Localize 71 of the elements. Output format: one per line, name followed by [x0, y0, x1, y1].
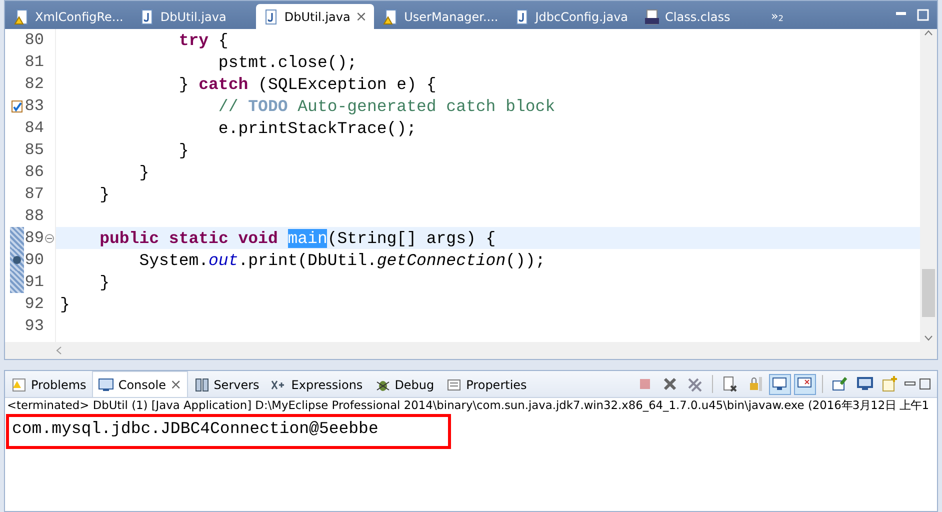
monitor-icon: [857, 376, 873, 392]
line-number: 90: [24, 251, 44, 269]
code-line: // TODO Auto-generated catch block: [217, 96, 556, 117]
line-number: 80: [24, 31, 44, 49]
close-icon[interactable]: ×: [355, 8, 368, 24]
code-line: }: [98, 272, 111, 293]
java-file-icon: [139, 8, 156, 24]
scroll-left-icon[interactable]: [55, 346, 64, 355]
remove-icon: [662, 376, 678, 392]
new-console-icon: [882, 376, 898, 392]
scrollbar-thumb[interactable]: [922, 269, 935, 317]
scroll-up-icon[interactable]: [924, 29, 933, 38]
vertical-scrollbar[interactable]: [920, 29, 937, 342]
scroll-lock-icon: [747, 376, 763, 392]
problems-icon: [11, 376, 27, 392]
remove-all-icon: [687, 376, 703, 392]
line-number: 85: [24, 141, 44, 159]
editor-tab[interactable]: DbUtil.java: [132, 4, 254, 29]
line-number: 89: [24, 229, 44, 247]
servers-icon: [194, 376, 210, 392]
view-tab[interactable]: Console ×: [92, 371, 188, 397]
line-number: 87: [24, 185, 44, 203]
editor-tab[interactable]: DbUtil.java ×: [256, 4, 374, 29]
view-tab[interactable]: Problems: [5, 371, 92, 397]
java-file-icon: [263, 8, 280, 24]
toolbar-button[interactable]: [769, 374, 791, 394]
console-output: com.mysql.jdbc.JDBC4Connection@5eebbe: [12, 419, 378, 438]
class-file-icon: [644, 8, 660, 24]
line-number: 93: [24, 317, 44, 335]
code-line: }: [138, 162, 150, 183]
code-line: } catch (SQLException e) {: [178, 74, 438, 95]
editor-tab[interactable]: JdbcConfig.java: [507, 4, 636, 29]
horizontal-scrollbar[interactable]: [5, 342, 937, 359]
close-icon[interactable]: ×: [170, 376, 182, 392]
line-number: 84: [24, 119, 44, 137]
line-number: 86: [24, 163, 44, 181]
line-number: 82: [24, 75, 44, 93]
code-line: pstmt.close();: [217, 52, 358, 73]
stop-icon: [637, 376, 653, 392]
java-file-warning-icon: [383, 8, 400, 24]
line-number: 83: [24, 97, 44, 115]
code-line: try {: [178, 30, 230, 51]
java-file-warning-icon: [14, 8, 30, 24]
maximize-icon[interactable]: [919, 378, 931, 390]
console-header: <terminated> DbUtil (1) [Java Application] D:\MyEclipse Professional 2014\binary\com.sun.java.jdk7.win32.x86_64_1.7.0.u45\bin\javaw.exe (2016年3月12日 上午1: [6, 398, 930, 414]
properties-icon: [446, 376, 462, 392]
code-line: }: [178, 140, 190, 161]
editor-tab[interactable]: XmlConfigRe...: [7, 4, 130, 29]
line-number: 81: [24, 53, 44, 71]
tab-overflow[interactable]: »2: [771, 9, 784, 23]
toolbar-button[interactable]: [794, 374, 816, 394]
console-icon: [98, 376, 114, 392]
code-line: }: [59, 294, 71, 315]
view-tab[interactable]: Servers: [188, 371, 266, 397]
collapse-icon[interactable]: [45, 234, 54, 242]
line-number: 91: [24, 273, 44, 291]
editor-tab[interactable]: Class.class: [637, 4, 760, 29]
view-tab[interactable]: Properties: [440, 371, 533, 397]
scroll-down-icon[interactable]: [924, 333, 933, 342]
code-line: }: [98, 184, 111, 205]
pin-icon: [832, 376, 848, 392]
line-number: 88: [24, 207, 44, 225]
line-number: 92: [24, 295, 44, 313]
view-tab[interactable]: Expressions: [265, 371, 369, 397]
editor-tab[interactable]: UserManager....: [376, 4, 506, 29]
java-file-icon: [514, 8, 530, 24]
clear-console-icon: [722, 376, 738, 392]
code-line: System.out.print(DbUtil.getConnection());: [138, 250, 546, 271]
view-tab[interactable]: Debug: [368, 371, 440, 397]
console-output-icon: [772, 376, 788, 392]
code-line: e.printStackTrace();: [217, 118, 418, 139]
